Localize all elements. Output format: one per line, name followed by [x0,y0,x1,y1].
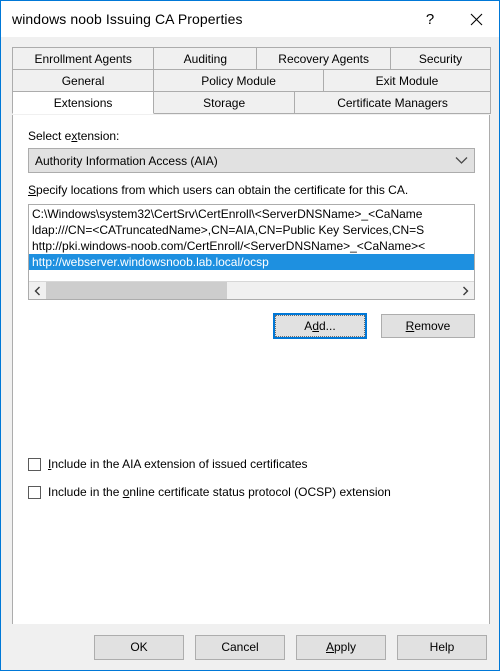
tab-auditing[interactable]: Auditing [153,47,258,70]
include-ocsp-label-post: nline certificate status protocol (OCSP)… [129,485,391,499]
horizontal-scrollbar[interactable] [29,281,474,299]
apply-button-label: Apply [326,640,356,654]
extension-select[interactable]: Authority Information Access (AIA) [28,148,475,173]
tab-storage[interactable]: Storage [153,91,296,114]
tab-strip: Enrollment Agents Auditing Recovery Agen… [12,47,492,114]
tab-label: Enrollment Agents [34,51,132,66]
scrollbar-track[interactable] [46,282,457,299]
include-ocsp-extension-checkbox-row[interactable]: Include in the online certificate status… [28,485,391,499]
cancel-button-label: Cancel [221,640,259,654]
locations-list-items: C:\Windows\system32\CertSrv\CertEnroll\<… [29,205,474,281]
dialog-body: Enrollment Agents Auditing Recovery Agen… [1,37,499,670]
tab-label: Extensions [53,95,113,110]
chevron-right-icon[interactable] [457,282,474,299]
tab-label: Security [418,51,463,66]
window-title: windows noob Issuing CA Properties [12,11,243,27]
include-aia-extension-label: Include in the AIA extension of issued c… [48,457,308,471]
remove-button-accel: R [405,319,415,333]
specify-locations-label: Specify locations from which users can o… [28,183,408,197]
select-extension-label-post: tension: [77,129,120,143]
extensions-tab-pane: Select extension: Authority Information … [12,115,490,660]
chevron-left-icon[interactable] [29,282,46,299]
remove-button-label-post: emove [414,319,451,333]
list-item[interactable]: http://pki.windows-noob.com/CertEnroll/<… [29,238,474,254]
select-extension-label-pre: Select e [28,129,72,143]
list-item[interactable]: http://webserver.windowsnoob.lab.local/o… [29,254,474,270]
ok-button[interactable]: OK [94,634,184,660]
include-ocsp-extension-checkbox[interactable] [28,485,41,499]
list-item[interactable]: ldap:///CN=<CATruncatedName>,CN=AIA,CN=P… [29,222,474,238]
scrollbar-thumb[interactable] [46,282,227,299]
apply-button-accel: A [325,640,334,654]
chevron-down-icon [448,156,474,165]
include-ocsp-extension-label: Include in the online certificate status… [48,485,391,499]
apply-button-label-post: pply [334,640,357,654]
tab-label: Certificate Managers [337,95,448,110]
cancel-button[interactable]: Cancel [195,634,285,660]
tab-row-1: Enrollment Agents Auditing Recovery Agen… [12,47,492,70]
ok-button-label: OK [130,640,148,654]
tab-label: Recovery Agents [278,51,369,66]
extension-select-value: Authority Information Access (AIA) [35,153,218,168]
locations-listbox[interactable]: C:\Windows\system32\CertSrv\CertEnroll\<… [28,204,475,300]
help-button[interactable]: Help [397,634,487,660]
tab-policy-module[interactable]: Policy Module [153,69,324,92]
dialog-footer: OK Cancel Apply Help [1,624,499,670]
specify-locations-label-post: pecify locations from which users can ob… [36,183,409,197]
tab-general[interactable]: General [12,69,155,92]
tab-certificate-managers[interactable]: Certificate Managers [294,91,491,114]
help-button-label: Help [429,640,455,654]
include-aia-label-post: nclude in the AIA extension of issued ce… [51,457,308,471]
tab-row-2: General Policy Module Exit Module [12,69,491,92]
tab-label: Storage [203,95,246,110]
tab-row-3: Extensions Storage Certificate Managers [12,91,491,114]
tab-extensions[interactable]: Extensions [12,91,155,114]
tab-enrollment-agents[interactable]: Enrollment Agents [12,47,155,70]
tab-label: Policy Module [201,73,276,88]
close-icon[interactable] [453,1,499,37]
add-button-label: Add... [304,319,336,333]
add-button-accel: d [312,319,319,333]
include-aia-extension-checkbox[interactable] [28,457,41,471]
specify-locations-accel: S [28,183,37,197]
title-bar-buttons: ? [407,1,499,37]
tab-label: Exit Module [375,73,439,88]
tab-exit-module[interactable]: Exit Module [322,69,491,92]
add-button-focus-ring: Add... [275,315,365,337]
tab-recovery-agents[interactable]: Recovery Agents [256,47,391,70]
apply-button[interactable]: Apply [296,634,386,660]
include-aia-extension-checkbox-row[interactable]: Include in the AIA extension of issued c… [28,457,308,471]
ca-properties-dialog: windows noob Issuing CA Properties ? Enr… [0,0,500,671]
remove-button-label: Remove [406,319,451,333]
add-button[interactable]: Add... [273,313,367,339]
tab-security[interactable]: Security [389,47,492,70]
tab-label: General [61,73,105,88]
include-ocsp-label-pre: Include in the [48,485,123,499]
list-item[interactable]: C:\Windows\system32\CertSrv\CertEnroll\<… [29,206,474,222]
title-bar: windows noob Issuing CA Properties ? [1,1,499,37]
tab-label: Auditing [183,51,228,66]
help-icon[interactable]: ? [407,1,453,37]
remove-button[interactable]: Remove [381,314,475,338]
select-extension-label: Select extension: [28,129,119,143]
